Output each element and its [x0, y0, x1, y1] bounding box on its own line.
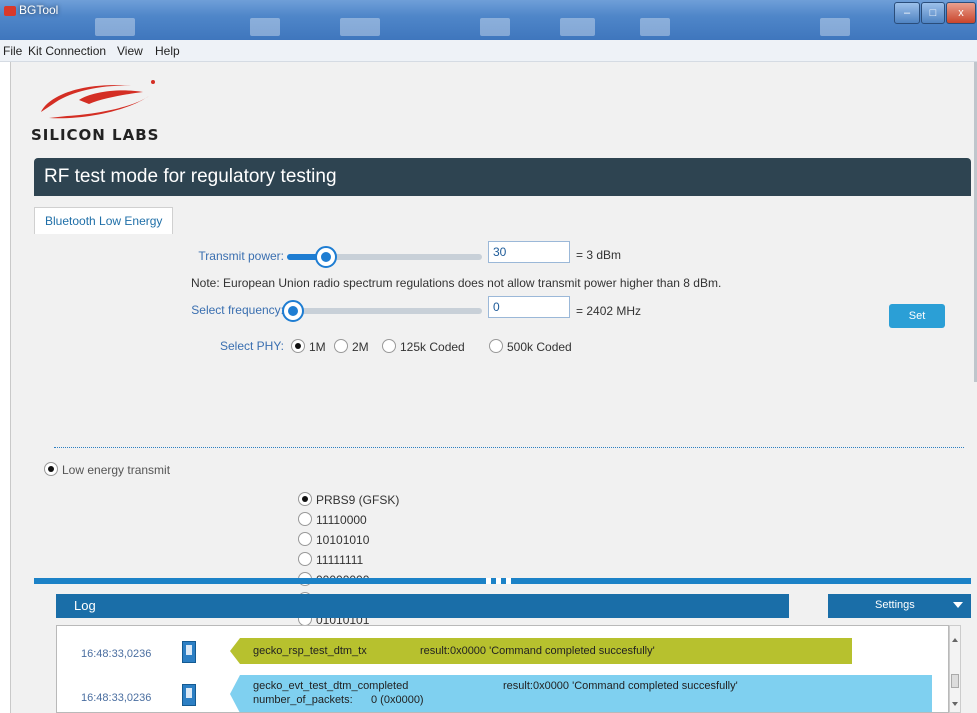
pattern-11111111-radio[interactable] [298, 552, 312, 566]
frequency-input[interactable] [488, 296, 570, 318]
frequency-mhz: = 2402 MHz [576, 304, 642, 318]
log-command: gecko_evt_test_dtm_completed [253, 680, 409, 692]
silicon-labs-logo: SILICON LABS [31, 74, 171, 144]
log-timestamp: 16:48:33,0236 [81, 648, 152, 660]
minimize-button[interactable]: – [894, 2, 920, 24]
log-entry-response[interactable]: gecko_rsp_test_dtm_tx result:0x0000 'Com… [230, 638, 852, 664]
maximize-button[interactable]: □ [921, 2, 945, 24]
log-title: Log [74, 598, 96, 613]
phy-125k-coded-radio[interactable] [382, 339, 396, 353]
scroll-thumb[interactable] [951, 674, 959, 688]
section-divider [54, 447, 964, 448]
pattern-11110000-radio[interactable] [298, 512, 312, 526]
tab-bluetooth-low-energy[interactable]: Bluetooth Low Energy [34, 207, 174, 235]
splitter-grip [506, 578, 511, 584]
low-energy-transmit-radio[interactable] [44, 462, 58, 476]
frequency-slider-handle[interactable] [282, 300, 304, 322]
phy-1m-radio[interactable] [291, 339, 305, 353]
background-window-ghost [480, 18, 510, 36]
log-panel[interactable]: 16:48:33,0236 gecko_rsp_test_dtm_tx resu… [56, 625, 949, 713]
menu-kit-connection[interactable]: Kit Connection [28, 44, 106, 58]
bubble-pointer [230, 675, 240, 712]
background-window-ghost [820, 18, 850, 36]
log-extra: number_of_packets: 0 (0x0000) [253, 694, 424, 706]
log-entry-event[interactable]: gecko_evt_test_dtm_completed result:0x00… [230, 675, 932, 712]
logo-wordmark: SILICON LABS [31, 126, 160, 144]
pattern-prbs9-radio[interactable] [298, 492, 312, 506]
scroll-up-icon[interactable] [952, 638, 958, 642]
pattern-11110000-label: 11110000 [316, 513, 367, 527]
panel-splitter[interactable] [34, 578, 971, 584]
phy-500k-coded-label: 500k Coded [507, 340, 572, 354]
log-settings-button[interactable]: Settings [828, 594, 971, 618]
select-frequency-label: Select frequency: [191, 303, 284, 317]
menu-file[interactable]: File [3, 44, 22, 58]
close-button[interactable]: x [946, 2, 976, 24]
page-header: RF test mode for regulatory testing [34, 158, 971, 196]
phy-500k-coded-radio[interactable] [489, 339, 503, 353]
eu-regulation-note: Note: European Union radio spectrum regu… [191, 276, 722, 290]
title-bar: BGTool – □ x [0, 0, 977, 40]
transmit-power-dbm: = 3 dBm [576, 248, 622, 262]
pattern-prbs9-label: PRBS9 (GFSK) [316, 493, 400, 507]
silicon-labs-swoosh-icon [41, 80, 155, 119]
pattern-10101010-radio[interactable] [298, 532, 312, 546]
app-icon [4, 6, 16, 16]
settings-label: Settings [875, 599, 915, 611]
transmit-power-input[interactable] [488, 241, 570, 263]
phy-2m-label: 2M [352, 340, 369, 354]
log-scrollbar[interactable] [949, 625, 961, 713]
pattern-11111111-label: 11111111 [316, 553, 364, 567]
low-energy-transmit-label: Low energy transmit [62, 463, 171, 477]
tab-label: Bluetooth Low Energy [45, 214, 163, 228]
menu-help[interactable]: Help [155, 44, 180, 58]
frequency-slider-track[interactable] [287, 308, 482, 314]
test-settings-panel: Transmit power: = 3 dBm Set Note: Europe… [34, 234, 971, 627]
menu-bar: File Kit Connection View Help [0, 40, 977, 62]
background-window-ghost [560, 18, 595, 36]
device-icon [182, 641, 196, 663]
page-title: RF test mode for regulatory testing [44, 166, 337, 187]
log-timestamp: 16:48:33,0236 [81, 692, 152, 704]
log-header: Log [56, 594, 789, 618]
background-window-ghost [250, 18, 280, 36]
phy-125k-coded-label: 125k Coded [400, 340, 465, 354]
window-title: BGTool [19, 3, 59, 17]
background-window-ghost [95, 18, 135, 36]
transmit-power-slider-handle[interactable] [315, 246, 337, 268]
log-result: result:0x0000 'Command completed succesf… [503, 680, 738, 692]
menu-view[interactable]: View [117, 44, 143, 58]
chevron-down-icon [953, 602, 963, 608]
background-window-ghost [640, 18, 670, 36]
app-window: SILICON LABS RF test mode for regulatory… [10, 62, 977, 713]
transmit-power-label: Transmit power: [198, 249, 284, 263]
phy-1m-label: 1M [309, 340, 326, 354]
scroll-down-icon[interactable] [952, 702, 958, 706]
select-phy-label: Select PHY: [219, 339, 284, 353]
log-result: result:0x0000 'Command completed succesf… [420, 645, 655, 657]
background-window-ghost [340, 18, 380, 36]
phy-2m-radio[interactable] [334, 339, 348, 353]
log-command: gecko_rsp_test_dtm_tx [253, 645, 367, 657]
pattern-10101010-label: 10101010 [316, 533, 370, 547]
set-button[interactable]: Set [889, 304, 945, 328]
splitter-grip [496, 578, 501, 584]
splitter-grip [486, 578, 491, 584]
device-icon [182, 684, 196, 706]
bubble-pointer [230, 638, 240, 664]
